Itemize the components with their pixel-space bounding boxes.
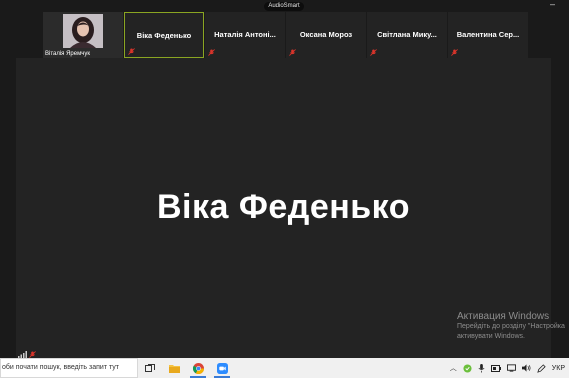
minimize-icon[interactable]: – <box>550 0 555 9</box>
battery-icon[interactable] <box>490 364 501 372</box>
volume-icon[interactable] <box>521 364 531 372</box>
participant-video <box>63 14 103 48</box>
participant-name: Валентина Сер... <box>456 30 520 39</box>
participant-name: Віка Феденько <box>136 31 192 40</box>
muted-mic-icon <box>451 49 458 56</box>
participant-tile[interactable]: Наталія Антоні... <box>205 12 285 58</box>
participant-tile[interactable]: Валентина Сер... <box>448 12 528 58</box>
muted-mic-icon <box>29 351 36 358</box>
participant-tile-active[interactable]: Віка Феденько <box>124 12 204 58</box>
muted-mic-icon <box>128 48 135 55</box>
participant-name: Світлана Мику... <box>377 30 437 39</box>
muted-mic-icon <box>289 49 296 56</box>
participant-name: Віталія Яремчук <box>45 51 90 57</box>
tray-app-icon[interactable] <box>463 363 472 373</box>
participant-tile[interactable]: Світлана Мику... <box>367 12 447 58</box>
zoom-meeting-window: AudioSmart – Віталія Яремчук Віка Федень… <box>0 0 569 378</box>
task-view-icon[interactable] <box>138 358 162 378</box>
watermark-title: Активация Windows <box>457 311 550 322</box>
language-indicator[interactable]: УКР <box>552 365 565 372</box>
participant-name: Наталія Антоні... <box>214 30 276 39</box>
person-photo-icon <box>63 14 103 48</box>
participant-tile[interactable]: Оксана Мороз <box>286 12 366 58</box>
participant-thumbnails: Віталія Яремчук Віка Феденько Наталія Ан… <box>43 12 528 58</box>
signal-strength-icon <box>18 351 27 358</box>
chevron-up-icon[interactable]: ︿ <box>450 363 457 373</box>
muted-mic-icon <box>370 49 377 56</box>
system-tray: ︿ УКР <box>450 358 569 378</box>
participant-tile[interactable]: Віталія Яремчук <box>43 12 123 58</box>
watermark-line: активувати Windows. <box>457 333 525 340</box>
windows-activation-watermark: Активация Windows Перейдіть до розділу "… <box>457 311 565 342</box>
chrome-icon[interactable] <box>186 358 210 378</box>
watermark-line: Перейдіть до розділу "Настройка <box>457 323 565 330</box>
network-icon[interactable] <box>506 364 516 372</box>
taskbar-search-input[interactable]: оби почати пошук, введіть запит тут <box>0 358 138 378</box>
zoom-app-icon[interactable] <box>210 358 234 378</box>
file-explorer-icon[interactable] <box>162 358 186 378</box>
microphone-icon[interactable] <box>478 363 485 373</box>
active-speaker-name: Віка Феденько <box>156 188 411 226</box>
app-title-pill: AudioSmart <box>264 2 304 11</box>
muted-mic-icon <box>208 49 215 56</box>
speaker-status <box>18 351 36 358</box>
participant-name: Оксана Мороз <box>299 30 353 39</box>
windows-taskbar: оби почати пошук, введіть запит тут ︿ УК… <box>0 358 569 378</box>
pen-workspace-icon[interactable] <box>537 363 546 373</box>
